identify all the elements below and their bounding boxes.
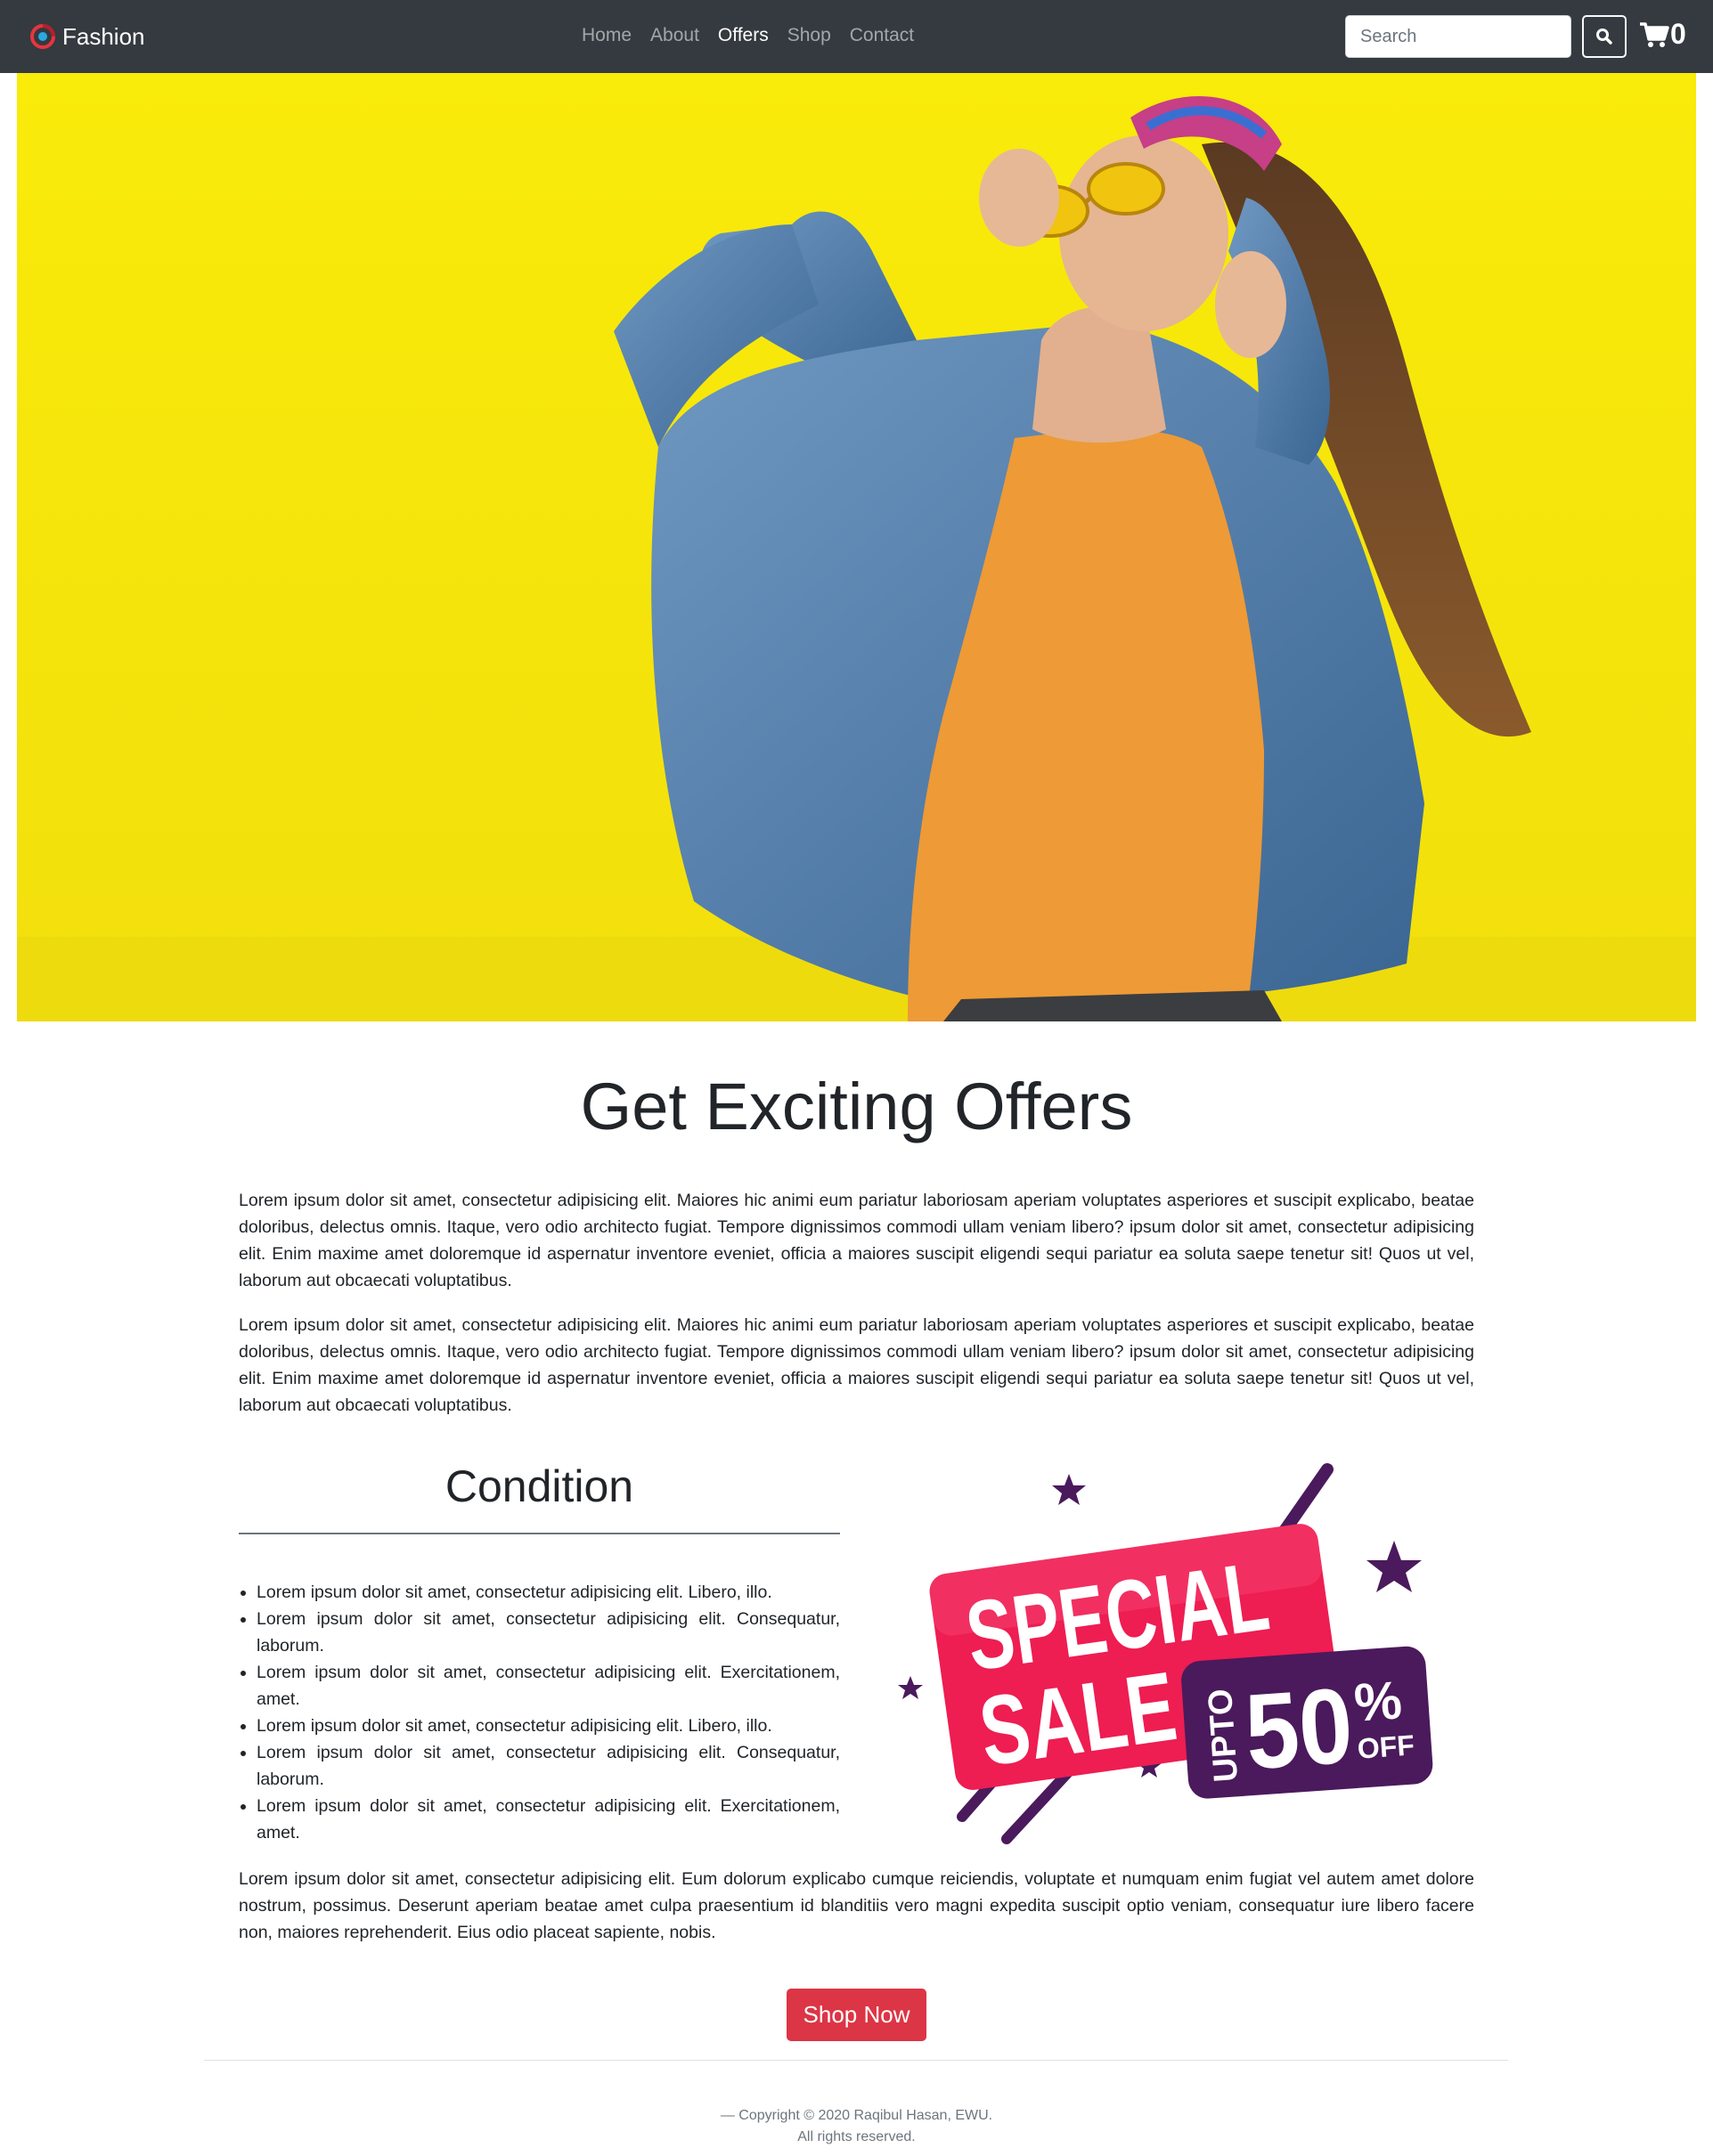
- condition-item: Lorem ipsum dolor sit amet, consectetur …: [257, 1659, 840, 1713]
- nav-link-offers[interactable]: Offers: [718, 25, 769, 46]
- condition-divider: [239, 1533, 840, 1534]
- brand-link[interactable]: Fashion: [30, 20, 145, 53]
- sale-upto: UPTO: [1202, 1688, 1245, 1784]
- hero-illustration: [17, 73, 1696, 1021]
- condition-item: Lorem ipsum dolor sit amet, consectetur …: [257, 1579, 840, 1606]
- shop-now-button[interactable]: Shop Now: [787, 1989, 926, 2041]
- footer-divider: [204, 2060, 1508, 2061]
- shopping-cart-icon: [1640, 21, 1669, 47]
- sale-percent: 50: [1242, 1665, 1357, 1792]
- brand-logo-icon: [30, 24, 55, 49]
- special-sale-banner: SPECIAL SALE UPTO 50 % OFF: [898, 1463, 1433, 1844]
- brand-name: Fashion: [62, 22, 145, 50]
- condition-item: Lorem ipsum dolor sit amet, consectetur …: [257, 1606, 840, 1659]
- nav-link-contact[interactable]: Contact: [850, 25, 914, 46]
- intro-paragraph-2: Lorem ipsum dolor sit amet, consectetur …: [239, 1315, 1474, 1415]
- intro-paragraph-1: Lorem ipsum dolor sit amet, consectetur …: [239, 1191, 1474, 1290]
- condition-item: Lorem ipsum dolor sit amet, consectetur …: [257, 1793, 840, 1846]
- nav-link-shop[interactable]: Shop: [787, 25, 831, 46]
- condition-list: Lorem ipsum dolor sit amet, consectetur …: [239, 1579, 840, 1846]
- nav-link-about[interactable]: About: [650, 25, 699, 46]
- star-icon: [1366, 1541, 1422, 1592]
- nav-link-home[interactable]: Home: [582, 25, 632, 46]
- navbar: Fashion Home About Offers Shop Contact 0: [0, 0, 1713, 73]
- hero-image: [17, 73, 1696, 1021]
- page-title: Get Exciting Offers: [580, 1070, 1133, 1143]
- condition-item: Lorem ipsum dolor sit amet, consectetur …: [257, 1739, 840, 1793]
- star-icon: [1052, 1474, 1086, 1505]
- sale-percent-sign: %: [1352, 1670, 1404, 1733]
- condition-item: Lorem ipsum dolor sit amet, consectetur …: [257, 1713, 840, 1739]
- star-icon: [898, 1676, 923, 1699]
- search-button[interactable]: [1582, 15, 1627, 58]
- footer-copyright: — Copyright © 2020 Raqibul Hasan, EWU.: [720, 2108, 993, 2123]
- sale-off: OFF: [1357, 1729, 1415, 1764]
- condition-title: Condition: [445, 1461, 634, 1511]
- search-input[interactable]: [1345, 15, 1571, 58]
- search-icon: [1596, 28, 1612, 45]
- closing-paragraph: Lorem ipsum dolor sit amet, consectetur …: [239, 1869, 1474, 1942]
- footer: — Copyright © 2020 Raqibul Hasan, EWU. A…: [0, 2105, 1713, 2148]
- cart-count: 0: [1670, 18, 1686, 50]
- cart-link[interactable]: 0: [1639, 18, 1686, 51]
- nav-links: Home About Offers Shop Contact: [582, 25, 933, 46]
- footer-rights: All rights reserved.: [797, 2129, 916, 2144]
